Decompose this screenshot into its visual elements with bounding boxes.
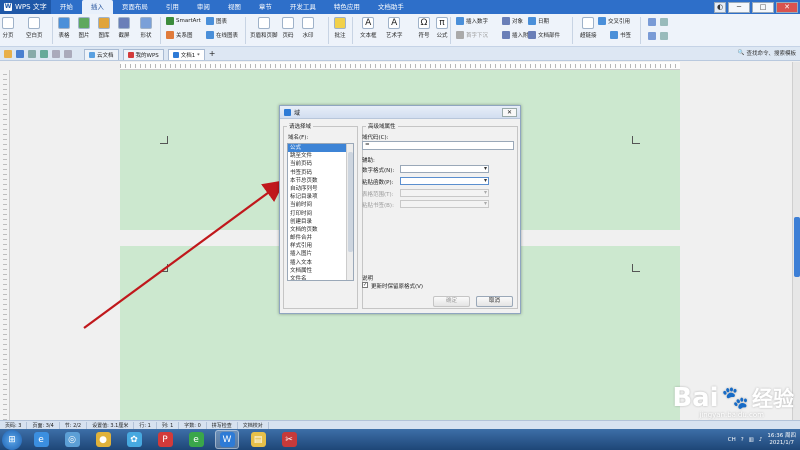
- field-list-item[interactable]: 书签页码: [288, 169, 346, 177]
- status-item: 字数: 0: [179, 421, 207, 429]
- wps-pdf-icon[interactable]: P: [153, 430, 177, 449]
- paste-function-select[interactable]: [400, 177, 489, 185]
- field-dialog: 域 ✕ 请选择域 域名(F): 公式 跳至文件 当前页码 书签页码 本节总页数 自动序列号…: [279, 105, 521, 314]
- snip-tool-icon-glyph: ✂: [281, 432, 297, 447]
- field-code-label: 域代码(C):: [362, 135, 389, 141]
- help-icon[interactable]: ?: [741, 437, 744, 443]
- status-item: 页码: 3: [0, 421, 28, 429]
- field-list-item[interactable]: 创建目录: [288, 218, 346, 226]
- ie-icon-glyph: e: [33, 432, 49, 447]
- number-format-label: 数字格式(N):: [362, 168, 395, 174]
- dialog-title: 域: [294, 109, 301, 117]
- clock-time: 16:36 周四: [767, 432, 796, 439]
- field-list-item[interactable]: 公式: [288, 144, 346, 153]
- snip-tool-icon[interactable]: ✂: [277, 430, 301, 449]
- status-item: 行: 1: [134, 421, 157, 429]
- network-icon[interactable]: ▥: [749, 437, 754, 443]
- chrome-icon[interactable]: ●: [91, 430, 115, 449]
- cancel-button[interactable]: 取消: [476, 296, 513, 307]
- field-code-input[interactable]: =: [362, 141, 514, 150]
- field-list-item[interactable]: 文件名: [288, 275, 346, 280]
- status-item: 节: 2/2: [60, 421, 88, 429]
- status-item: 页面: 3/4: [27, 421, 60, 429]
- taskbar: ⊞ e ◎ ● ✿ Pe W ▤ ✂ CH ? ▥ ♪ 16:36 周四 2021/1/7: [0, 429, 800, 450]
- system-tray: CH ? ▥ ♪ 16:36 周四 2021/1/7: [728, 429, 796, 450]
- status-item: 列: 1: [157, 421, 180, 429]
- status-item[interactable]: 文档校对: [238, 421, 269, 429]
- field-list-item[interactable]: 当前时间: [288, 201, 346, 209]
- field-list-item[interactable]: 打印时间: [288, 210, 346, 218]
- watermark-cn: 经验: [752, 387, 794, 411]
- wps-writer-icon-glyph: W: [219, 432, 235, 447]
- field-list-item[interactable]: 标记目录项: [288, 193, 346, 201]
- field-list-item[interactable]: 自动序列号: [288, 185, 346, 193]
- field-name-label: 域名(F):: [288, 135, 309, 141]
- field-list-item[interactable]: 当前页码: [288, 160, 346, 168]
- field-list-item[interactable]: 文档属性: [288, 267, 346, 275]
- green-app-icon[interactable]: e: [184, 430, 208, 449]
- qq-browser-icon-glyph: ✿: [126, 432, 142, 447]
- watermark-url: jingyan.baidu.com: [699, 411, 764, 419]
- keep-format-label: 更新时保留原格式(V): [371, 284, 424, 290]
- folder-icon[interactable]: ▤: [246, 430, 270, 449]
- paste-bookmark-label: 粘贴书签(B):: [362, 203, 394, 209]
- input-language[interactable]: CH: [728, 437, 736, 443]
- keep-format-checkbox[interactable]: ✓: [362, 282, 368, 288]
- green-app-icon-glyph: e: [188, 432, 204, 447]
- wps-writer-icon[interactable]: W: [215, 430, 239, 449]
- field-list-item[interactable]: 邮件合并: [288, 234, 346, 242]
- status-bar: 页码: 3 页面: 3/4 节: 2/2 设置值: 3.1厘米 行: 1 列: 1 字数: …: [0, 420, 800, 429]
- field-list-scrollbar[interactable]: [346, 144, 353, 280]
- field-list-item[interactable]: 插入图片: [288, 250, 346, 258]
- wps-dialog-icon: [284, 108, 291, 116]
- taskbar-apps: e ◎ ● ✿ Pe W ▤ ✂: [22, 430, 301, 449]
- field-list-item[interactable]: 插入文本: [288, 259, 346, 267]
- paste-function-label: 粘贴函数(P):: [362, 180, 394, 186]
- table-range-select[interactable]: [400, 189, 489, 197]
- field-list-item[interactable]: 样式引用: [288, 242, 346, 250]
- ok-button[interactable]: 确定: [433, 296, 470, 307]
- number-format-select[interactable]: [400, 165, 489, 173]
- ie-icon[interactable]: e: [29, 430, 53, 449]
- field-list-item[interactable]: 本节总页数: [288, 177, 346, 185]
- watermark-bai: Bai: [672, 383, 719, 413]
- search-icon[interactable]: ◎: [60, 430, 84, 449]
- volume-icon[interactable]: ♪: [759, 437, 763, 443]
- choose-field-title: 请选择域: [287, 122, 314, 130]
- qq-browser-icon[interactable]: ✿: [122, 430, 146, 449]
- status-item[interactable]: 拼写检查: [207, 421, 238, 429]
- table-range-label: 表格范围(T):: [362, 192, 394, 198]
- assist-label: 辅助:: [362, 158, 375, 164]
- clock-date: 2021/1/7: [769, 439, 795, 446]
- dialog-close-button[interactable]: ✕: [502, 108, 517, 117]
- field-name-list[interactable]: 公式 跳至文件 当前页码 书签页码 本节总页数 自动序列号 标记目录项 当前时间 打印时间 创建目…: [287, 143, 354, 281]
- advanced-properties-title: 高级域属性: [366, 122, 398, 130]
- paw-icon: 🐾: [721, 385, 749, 411]
- baidu-jingyan-watermark: Bai 🐾 经验: [672, 383, 794, 413]
- wps-pdf-icon-glyph: P: [157, 432, 173, 447]
- clock[interactable]: 16:36 周四 2021/1/7: [767, 433, 796, 447]
- note-label: 说明: [362, 276, 374, 282]
- status-item: 设置值: 3.1厘米: [87, 421, 135, 429]
- paste-bookmark-select[interactable]: [400, 200, 489, 208]
- dialog-titlebar: 域: [280, 106, 520, 119]
- start-button[interactable]: ⊞: [2, 429, 22, 450]
- field-list-item[interactable]: 文档的页数: [288, 226, 346, 234]
- field-list-item[interactable]: 跳至文件: [288, 152, 346, 160]
- search-icon-glyph: ◎: [64, 432, 80, 447]
- folder-icon-glyph: ▤: [250, 432, 266, 447]
- chrome-icon-glyph: ●: [95, 432, 111, 447]
